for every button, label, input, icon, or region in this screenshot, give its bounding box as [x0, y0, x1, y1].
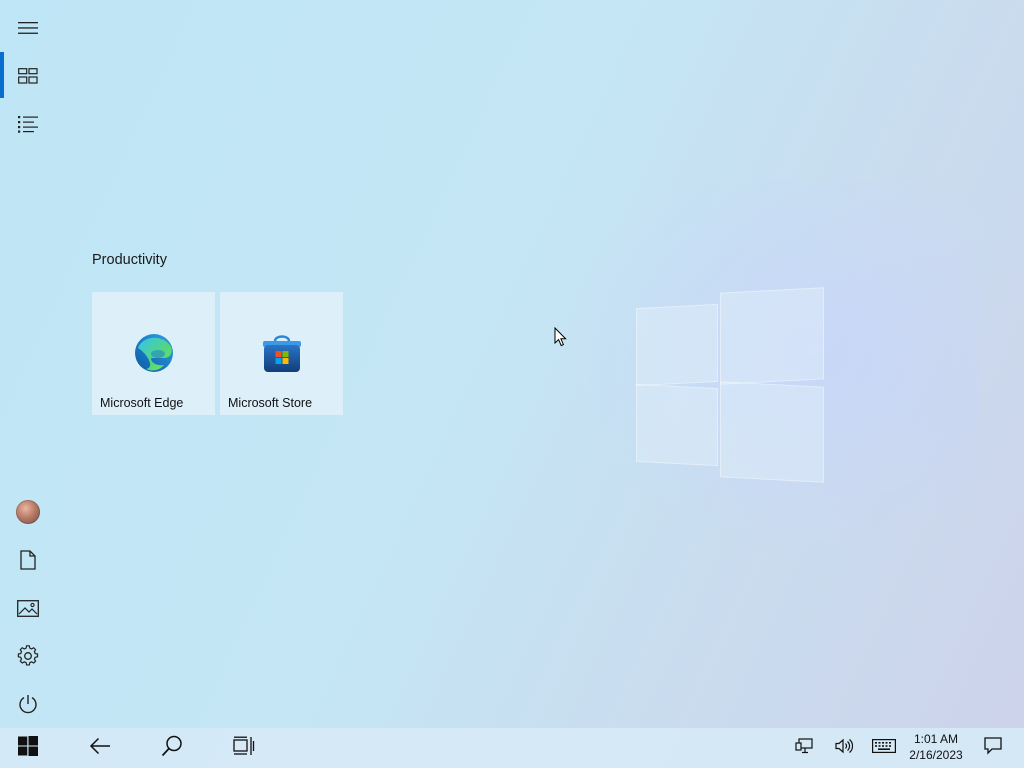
- power-button[interactable]: [0, 680, 56, 728]
- pinned-tiles-icon: [18, 68, 38, 84]
- taskbar-clock[interactable]: 1:01 AM 2/16/2023: [900, 731, 972, 763]
- task-view-icon: [233, 736, 255, 761]
- all-apps-button[interactable]: [0, 100, 56, 148]
- windows-start-icon: [18, 735, 38, 761]
- pinned-tiles-button[interactable]: [0, 52, 56, 100]
- network-icon: [795, 737, 813, 759]
- tile-microsoft-store[interactable]: Microsoft Store: [220, 292, 343, 415]
- network-button[interactable]: [788, 728, 820, 768]
- pictures-button[interactable]: [0, 584, 56, 632]
- back-button[interactable]: [72, 728, 128, 768]
- tile-label: Microsoft Store: [228, 396, 313, 410]
- start-left-rail: [0, 0, 56, 728]
- volume-icon: [835, 738, 854, 759]
- hamburger-menu-icon: [18, 21, 38, 35]
- wallpaper-logo-pane: [720, 287, 824, 385]
- user-avatar: [16, 500, 40, 524]
- wallpaper-logo-pane: [636, 383, 718, 467]
- user-account-button[interactable]: [0, 488, 56, 536]
- action-center-button[interactable]: [976, 728, 1010, 768]
- back-arrow-icon: [89, 737, 111, 760]
- clock-date: 2/16/2023: [909, 748, 963, 762]
- edge-icon: [133, 332, 175, 374]
- documents-button[interactable]: [0, 536, 56, 584]
- settings-button[interactable]: [0, 632, 56, 680]
- touch-keyboard-icon: [872, 738, 896, 758]
- volume-button[interactable]: [828, 728, 860, 768]
- touch-keyboard-button[interactable]: [866, 728, 902, 768]
- tile-microsoft-edge[interactable]: Microsoft Edge: [92, 292, 215, 415]
- wallpaper-logo-pane: [720, 381, 824, 483]
- hamburger-menu-button[interactable]: [0, 4, 56, 52]
- search-button[interactable]: [144, 728, 200, 768]
- action-center-icon: [984, 736, 1002, 760]
- tile-group-title[interactable]: Productivity: [92, 252, 167, 268]
- wallpaper-logo-pane: [636, 303, 718, 387]
- store-icon: [261, 332, 303, 374]
- tile-label: Microsoft Edge: [100, 396, 184, 410]
- search-icon: [161, 735, 183, 762]
- pictures-icon: [17, 599, 39, 617]
- mouse-cursor-icon: [554, 326, 567, 352]
- all-apps-list-icon: [18, 115, 38, 133]
- power-icon: [18, 694, 38, 714]
- desktop-background: Productivity Microsoft Edge Microsoft St…: [0, 0, 1024, 768]
- task-view-button[interactable]: [216, 728, 272, 768]
- taskbar: 1:01 AM 2/16/2023: [0, 728, 1024, 768]
- start-button[interactable]: [0, 728, 56, 768]
- clock-time: 1:01 AM: [913, 732, 959, 746]
- settings-gear-icon: [17, 645, 39, 667]
- documents-icon: [20, 550, 36, 570]
